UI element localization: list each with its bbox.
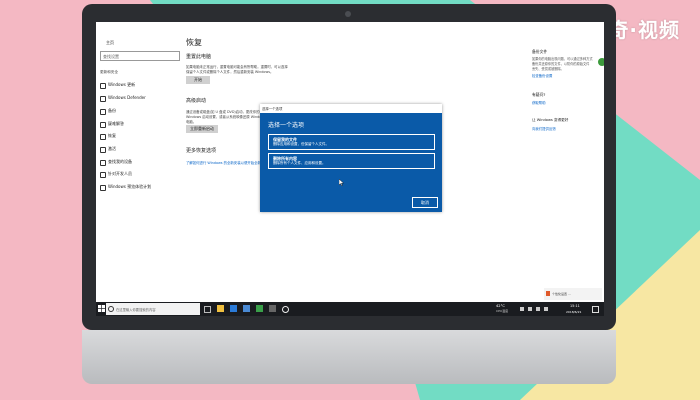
windows-insider-icon	[100, 185, 106, 191]
find-setting-input[interactable]: 查找设置	[100, 51, 180, 61]
screen: 主页 查找设置 更新和安全 Windows 更新 Windows Defende…	[96, 22, 604, 316]
more-options-heading: 更多恢复选项	[186, 148, 217, 154]
cancel-button[interactable]: 取消	[412, 197, 438, 208]
reset-desc-line2: 保留个人文件或删除个人文件，然后重新安装 Windows。	[186, 70, 274, 74]
upload-icon	[100, 109, 106, 115]
reset-dialog: 选择一个选项 选择一个选项 保留我的文件 删除应用和设置，但保留个人文件。 删除…	[260, 104, 442, 212]
page-title: 恢复	[186, 38, 202, 47]
ime-icon[interactable]	[544, 307, 548, 311]
chat-bubble-icon[interactable]	[598, 58, 604, 66]
action-center-icon[interactable]	[592, 306, 599, 313]
get-help-link[interactable]: 获取帮助	[532, 100, 546, 105]
app-icon-gray[interactable]	[269, 305, 276, 312]
feedback-link[interactable]: 向我们提供反馈	[532, 126, 556, 131]
wrench-icon	[100, 122, 106, 128]
keep-files-desc: 删除应用和设置，但保留个人文件。	[273, 142, 329, 146]
taskbar-search-placeholder: 在这里输入你要搜索的内容	[116, 308, 156, 312]
network-icon[interactable]	[520, 307, 524, 311]
taskbar: 在这里输入你要搜索的内容 42°C CPU温度 15:11 2018/6/21	[96, 302, 604, 316]
improve-heading: 让 Windows 变得更好	[532, 118, 569, 122]
sidebar-item-windows-update[interactable]: Windows 更新	[98, 80, 178, 90]
restart-now-button[interactable]: 立即重新启动	[186, 125, 218, 133]
mouse-cursor-icon	[339, 179, 344, 186]
remove-everything-desc: 删除所有个人文件、应用和设置。	[273, 161, 326, 165]
refresh-icon	[100, 83, 106, 89]
find-setting-placeholder: 查找设置	[103, 53, 119, 59]
sidebar-item-label: Windows 更新	[108, 82, 136, 87]
sidebar-item-insider[interactable]: Windows 预览体验计划	[98, 182, 178, 192]
sidebar-item-label: 疑难解答	[108, 121, 124, 126]
dialog-bar-title: 选择一个选项	[262, 107, 283, 111]
reset-heading: 重置此电脑	[186, 54, 212, 60]
file-explorer-icon[interactable]	[217, 305, 224, 312]
sidebar-item-label: 针对开发人员	[108, 171, 132, 176]
dialog-title-bar: 选择一个选项	[260, 104, 442, 113]
sidebar-item-defender[interactable]: Windows Defender	[98, 93, 178, 103]
check-circle-icon	[100, 147, 106, 153]
check-backup-link[interactable]: 检查备份设置	[532, 73, 552, 78]
sidebar-item-developers[interactable]: 针对开发人员	[98, 169, 178, 179]
help-heading: 有疑问?	[532, 92, 546, 97]
sidebar-item-label: Windows Defender	[108, 95, 146, 100]
windows-start-icon[interactable]	[98, 305, 105, 312]
volume-icon[interactable]	[528, 307, 532, 311]
sidebar-item-backup[interactable]: 备份	[98, 106, 178, 116]
shield-icon	[100, 96, 106, 102]
task-view-icon[interactable]	[204, 306, 211, 313]
camera-dot	[345, 11, 351, 17]
sidebar-item-label: 激活	[108, 146, 116, 151]
app-icon-blue[interactable]	[243, 305, 250, 312]
back-home-link[interactable]: 主页	[106, 40, 114, 46]
history-icon	[100, 134, 106, 140]
sidebar-item-label: 查找我的设备	[108, 159, 132, 164]
notification-app-icon	[546, 291, 550, 296]
edge-browser-icon[interactable]	[230, 305, 237, 312]
sidebar-item-activation[interactable]: 激活	[98, 144, 178, 154]
settings-gear-icon[interactable]	[282, 306, 289, 313]
battery-icon[interactable]	[536, 307, 540, 311]
sidebar-item-find-device[interactable]: 查找我的设备	[98, 157, 178, 167]
advanced-desc-line3: 电脑。	[186, 120, 197, 124]
dialog-title: 选择一个选项	[268, 122, 305, 129]
clock-date[interactable]: 2018/6/21	[566, 310, 581, 314]
search-icon	[108, 306, 114, 312]
taskbar-search-input[interactable]: 在这里输入你要搜索的内容	[106, 303, 200, 315]
backup-desc-line3: 丢失、受损或被删除。	[532, 67, 564, 71]
advanced-startup-heading: 高级启动	[186, 98, 207, 104]
keep-files-option[interactable]: 保留我的文件 删除应用和设置，但保留个人文件。	[268, 134, 435, 150]
person-pin-icon	[100, 160, 106, 166]
app-icon-green[interactable]	[256, 305, 263, 312]
start-button[interactable]: 开始	[186, 76, 210, 84]
sidebar-item-label: Windows 预览体验计划	[108, 184, 152, 189]
sidebar-item-label: 备份	[108, 108, 116, 113]
sidebar-item-label: 恢复	[108, 133, 116, 138]
remove-everything-option[interactable]: 删除所有内容 删除所有个人文件、应用和设置。	[268, 153, 435, 169]
sidebar-item-recovery[interactable]: 恢复	[98, 131, 178, 141]
sidebar-category: 更新和安全	[100, 70, 118, 74]
weather-label: CPU温度	[496, 309, 509, 313]
clean-install-link[interactable]: 了解如何进行 Windows 的全新安装以便开始全新的体验	[186, 160, 271, 165]
weather-temp: 42°C	[496, 304, 505, 308]
dev-tools-icon	[100, 172, 106, 178]
notification-toast[interactable]: 个性化设置 ...	[544, 288, 602, 300]
clock-time[interactable]: 15:11	[570, 304, 580, 308]
sidebar-item-troubleshoot[interactable]: 疑难解答	[98, 119, 178, 129]
notification-text: 个性化设置 ...	[552, 292, 571, 296]
monitor-chin	[82, 330, 616, 384]
backup-files-heading: 备份文件	[532, 49, 548, 54]
